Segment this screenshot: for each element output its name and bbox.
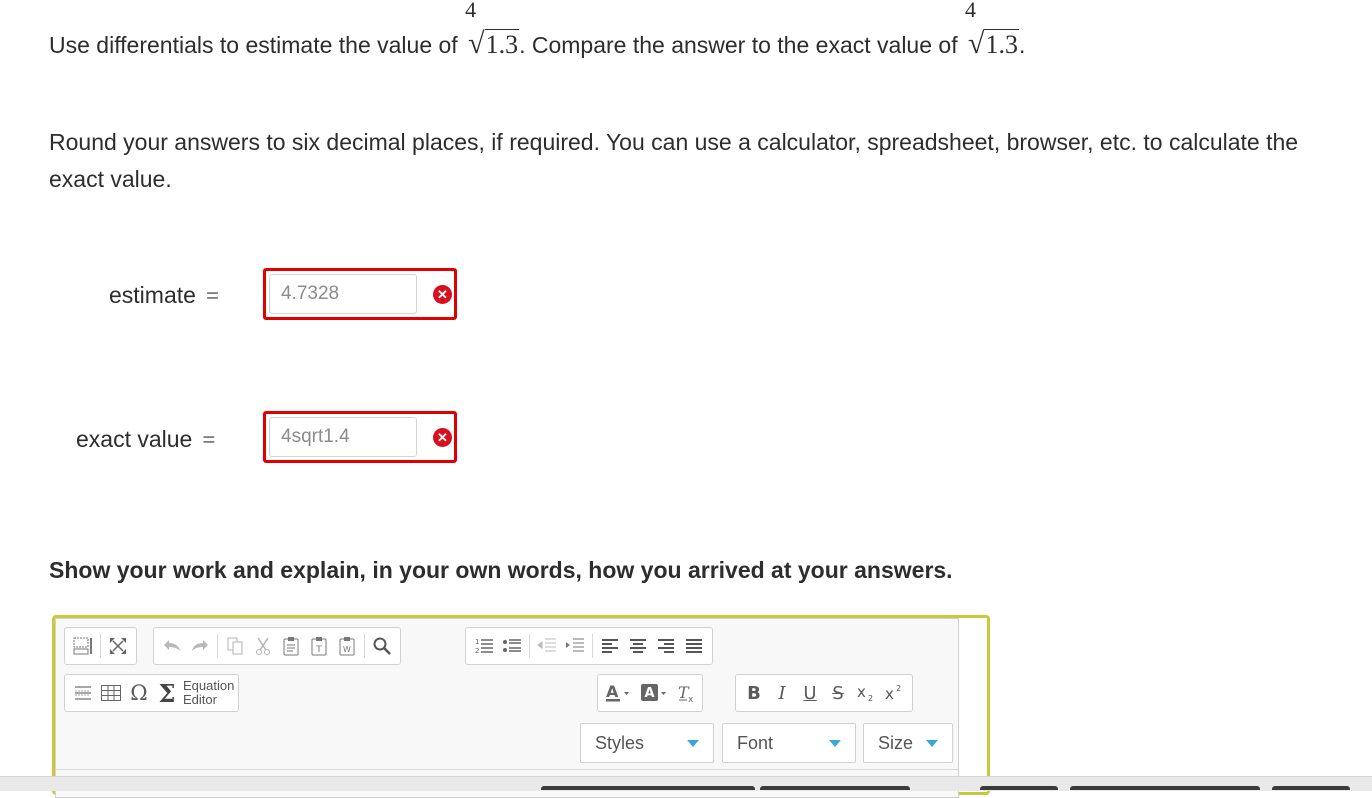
paste-icon[interactable] bbox=[277, 631, 305, 661]
subscript-icon[interactable]: x2 bbox=[852, 678, 880, 708]
size-label: Size bbox=[878, 732, 914, 753]
toolbar-group-insert: Ω Σ Equation Editor bbox=[64, 674, 240, 712]
text-color-icon[interactable]: A bbox=[600, 678, 636, 708]
font-dropdown[interactable]: Font bbox=[722, 723, 856, 763]
superscript-icon[interactable]: x2 bbox=[880, 678, 908, 708]
root-index: 4 bbox=[964, 0, 976, 22]
align-center-icon[interactable] bbox=[624, 631, 652, 661]
svg-text:T: T bbox=[315, 645, 322, 655]
paste-text-icon[interactable]: T bbox=[305, 631, 333, 661]
svg-text:1: 1 bbox=[475, 638, 479, 646]
toolbar-group-clipboard: T W bbox=[153, 627, 401, 665]
special-character-icon[interactable]: Ω bbox=[125, 678, 153, 708]
error-icon: ✕ bbox=[433, 428, 452, 447]
background-color-icon[interactable]: A bbox=[636, 678, 672, 708]
remove-format-icon[interactable]: Tx bbox=[672, 678, 700, 708]
estimate-answer-box: ✕ bbox=[263, 268, 457, 320]
chevron-down-icon bbox=[926, 739, 938, 747]
question-part1: Use differentials to estimate the value … bbox=[49, 32, 458, 58]
redo-icon[interactable] bbox=[186, 631, 214, 661]
align-right-icon[interactable] bbox=[652, 631, 680, 661]
paste-word-icon[interactable]: W bbox=[333, 631, 361, 661]
error-icon: ✕ bbox=[433, 285, 452, 304]
numbered-list-icon[interactable]: 12 bbox=[470, 631, 498, 661]
svg-text:A: A bbox=[644, 686, 654, 701]
font-label: Font bbox=[737, 732, 774, 753]
instructions-text: Round your answers to six decimal places… bbox=[49, 129, 1299, 192]
horizontal-line-icon[interactable] bbox=[69, 678, 97, 708]
chevron-down-icon bbox=[687, 739, 699, 747]
equation-editor-icon[interactable]: Σ bbox=[153, 678, 181, 708]
exact-value-answer-box: ✕ bbox=[263, 411, 457, 463]
svg-text:W: W bbox=[343, 645, 351, 654]
question-part2: . Compare the answer to the exact value … bbox=[519, 32, 958, 58]
bottom-button[interactable] bbox=[541, 786, 755, 790]
question-text: Use differentials to estimate the value … bbox=[49, 0, 1026, 71]
italic-button[interactable]: I bbox=[768, 678, 796, 708]
toolbar-group-view bbox=[64, 627, 137, 665]
equation-editor-button[interactable]: Equation Editor bbox=[183, 679, 234, 707]
editor-content-divider bbox=[56, 769, 958, 770]
align-left-icon[interactable] bbox=[596, 631, 624, 661]
fourth-root-expression-1: 4 √1.3 bbox=[465, 0, 520, 60]
show-blocks-icon[interactable] bbox=[69, 631, 97, 661]
cut-icon[interactable] bbox=[249, 631, 277, 661]
undo-icon[interactable] bbox=[158, 631, 186, 661]
bottom-button[interactable] bbox=[1272, 786, 1350, 790]
align-justify-icon[interactable] bbox=[680, 631, 708, 661]
bulleted-list-icon[interactable] bbox=[498, 631, 526, 661]
toolbar-group-paragraph: 12 bbox=[465, 627, 713, 665]
chevron-down-icon bbox=[829, 739, 841, 747]
bottom-button[interactable] bbox=[1070, 786, 1260, 790]
root-index: 4 bbox=[465, 0, 477, 22]
bottom-button[interactable] bbox=[980, 786, 1058, 790]
svg-text:x: x bbox=[688, 695, 694, 703]
svg-text:x: x bbox=[857, 683, 866, 701]
question-part3: . bbox=[1018, 32, 1026, 58]
fourth-root-expression-2: 4 √1.3 bbox=[964, 0, 1019, 60]
find-icon[interactable] bbox=[368, 631, 396, 661]
svg-text:2: 2 bbox=[896, 684, 901, 693]
table-icon[interactable] bbox=[97, 678, 125, 708]
svg-text:A: A bbox=[606, 683, 619, 701]
estimate-label: estimate = bbox=[109, 282, 219, 308]
styles-label: Styles bbox=[595, 732, 645, 753]
radicand: 1.3 bbox=[984, 29, 1019, 59]
svg-text:x: x bbox=[885, 685, 894, 703]
size-dropdown[interactable]: Size bbox=[863, 723, 953, 763]
exact-value-input[interactable] bbox=[269, 417, 417, 457]
strikethrough-button[interactable]: S bbox=[824, 678, 852, 708]
bottom-button[interactable] bbox=[760, 786, 910, 790]
underline-button[interactable]: U bbox=[796, 678, 824, 708]
bold-button[interactable]: B bbox=[740, 678, 768, 708]
decrease-indent-icon[interactable] bbox=[533, 631, 561, 661]
increase-indent-icon[interactable] bbox=[561, 631, 589, 661]
copy-icon[interactable] bbox=[221, 631, 249, 661]
estimate-input[interactable] bbox=[269, 274, 417, 314]
svg-text:2: 2 bbox=[475, 647, 479, 655]
exact-value-label: exact value = bbox=[76, 426, 216, 452]
work-prompt: Show your work and explain, in your own … bbox=[49, 557, 953, 583]
styles-dropdown[interactable]: Styles bbox=[580, 723, 714, 763]
svg-text:2: 2 bbox=[868, 694, 873, 703]
toolbar-group-formatting: B I U S x2 x2 bbox=[735, 674, 913, 712]
toolbar-group-color: A A Tx bbox=[597, 674, 703, 712]
radicand: 1.3 bbox=[484, 29, 520, 59]
editor-toolbar-area: T W 12 Ω Σ Equation Editor A A T x B I U… bbox=[55, 618, 959, 798]
maximize-icon[interactable] bbox=[104, 631, 132, 661]
work-editor: T W 12 Ω Σ Equation Editor A A T x B I U… bbox=[52, 615, 990, 798]
